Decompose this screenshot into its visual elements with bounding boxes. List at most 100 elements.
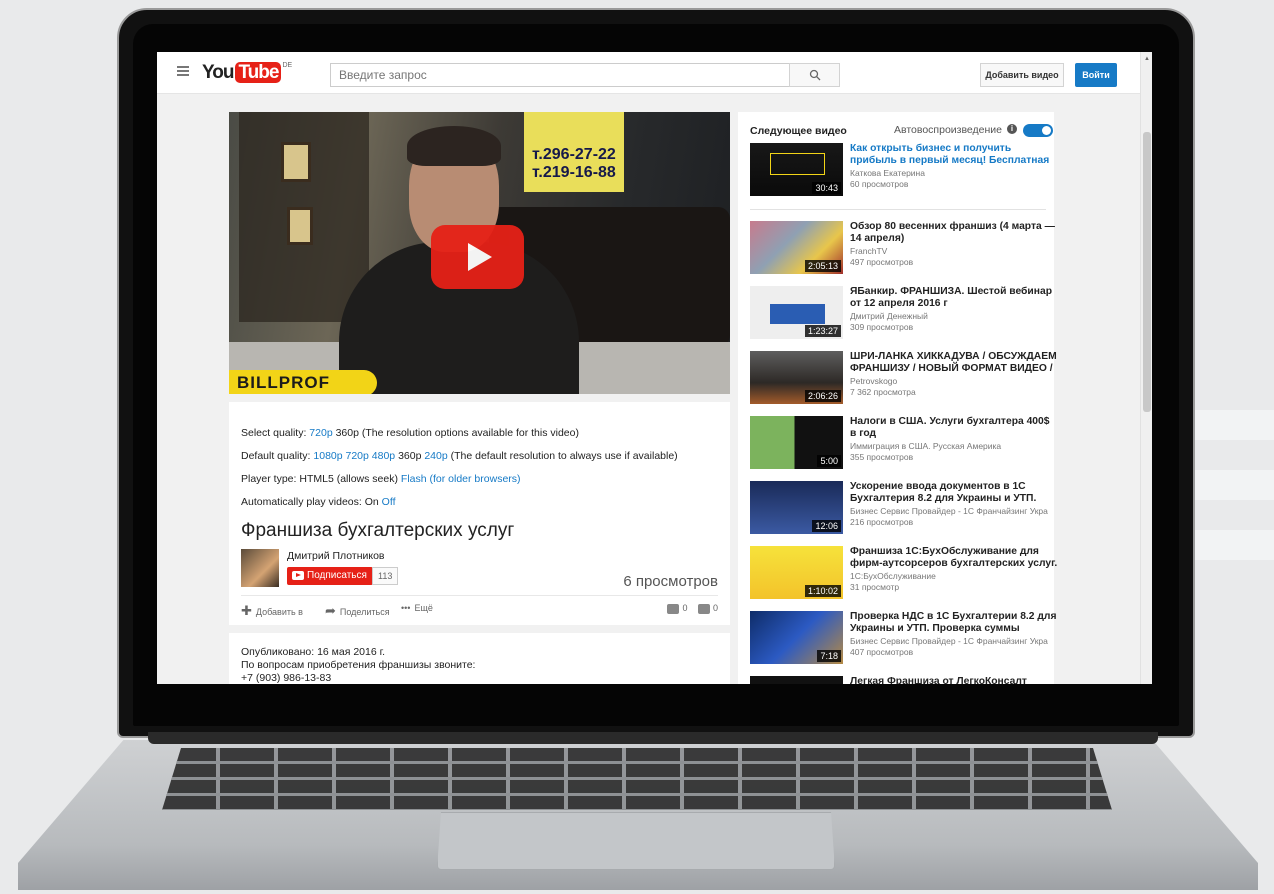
- play-button-icon[interactable]: [431, 225, 524, 289]
- subscriber-count: 113: [372, 567, 399, 585]
- page-scrollbar[interactable]: ▲: [1140, 52, 1152, 684]
- related-video-item[interactable]: 12:06 Ускорение ввода документов в 1С Бу…: [750, 481, 1050, 539]
- video-thumbnail[interactable]: [750, 676, 843, 684]
- logo-tube: Tube: [235, 62, 282, 83]
- video-thumbnail[interactable]: 2:05:13: [750, 221, 843, 274]
- published-date: Опубликовано: 16 мая 2016 г.: [241, 646, 386, 658]
- related-video-item[interactable]: 2:05:13 Обзор 80 весенних франшиз (4 мар…: [750, 221, 1055, 279]
- like-count: 0: [682, 603, 688, 613]
- related-video-title[interactable]: Ускорение ввода документов в 1С Бухгалте…: [850, 481, 1058, 505]
- logo-country: DE: [282, 62, 293, 69]
- subscribe-button[interactable]: Подписаться: [287, 567, 373, 585]
- search-input[interactable]: [330, 63, 790, 87]
- thumbs-down-icon[interactable]: [697, 603, 710, 614]
- upload-video-button[interactable]: Добавить видео: [980, 63, 1064, 87]
- divider: [750, 209, 1046, 210]
- default-quality-240p-link[interactable]: 240p: [424, 450, 447, 462]
- description-phone: +7 (903) 986-13-83: [241, 672, 332, 684]
- youtube-logo[interactable]: You Tube DE: [202, 62, 292, 84]
- video-thumbnail[interactable]: 1:10:02: [750, 546, 843, 599]
- related-video-views: 407 просмотров: [850, 647, 914, 657]
- subscribe-label: Подписаться: [307, 570, 367, 581]
- video-thumbnail[interactable]: 7:18: [750, 611, 843, 664]
- screen: YouTubeDE Добавить видео Войти ▲ т.296-2…: [157, 52, 1152, 684]
- video-thumbnail[interactable]: 2:06:26: [750, 351, 843, 404]
- dislike-count: 0: [712, 603, 718, 613]
- video-thumbnail[interactable]: 5:00: [750, 416, 843, 469]
- channel-name[interactable]: Дмитрий Плотников: [287, 550, 385, 562]
- video-thumbnail[interactable]: 30:43: [750, 143, 843, 196]
- related-video-title[interactable]: ЯБанкир. ФРАНШИЗА. Шестой вебинар от 12 …: [850, 286, 1058, 310]
- scroll-thumb[interactable]: [1143, 132, 1151, 412]
- plus-icon: ✚: [241, 603, 252, 618]
- autoplay-option-label: Automatically play videos:: [241, 496, 362, 508]
- related-video-title[interactable]: Легкая Франшиза от ЛегкоКонсалт: [850, 676, 1058, 684]
- related-video-title[interactable]: Налоги в США. Услуги бухгалтера 400$ в г…: [850, 416, 1058, 440]
- thumbnail-graphic: [770, 304, 825, 324]
- related-video-title[interactable]: Как открыть бизнес и получить прибыль в …: [850, 143, 1058, 167]
- quality-label: Select quality:: [241, 427, 307, 439]
- add-to-button[interactable]: ✚ Добавить в: [241, 603, 303, 619]
- search-button[interactable]: [789, 63, 840, 87]
- video-frame-certificate: [287, 207, 313, 245]
- autoplay-toggle[interactable]: [1023, 124, 1053, 137]
- related-video-item[interactable]: 30:43 Как открыть бизнес и получить приб…: [750, 143, 1050, 201]
- related-video-views: 497 просмотров: [850, 257, 914, 267]
- masthead: YouTubeDE Добавить видео Войти: [157, 52, 1140, 94]
- related-video-item[interactable]: 7:18 Проверка НДС в 1С Бухгалтерии 8.2 д…: [750, 611, 1056, 669]
- video-title: Франшиза бухгалтерских услуг: [241, 520, 515, 541]
- search-icon: [809, 69, 821, 81]
- thumbs-up-icon[interactable]: [667, 603, 680, 614]
- laptop-hinge: [148, 732, 1158, 744]
- default-quality-links[interactable]: 1080p 720p 480p: [313, 450, 395, 462]
- related-video-channel: FranchTV: [850, 246, 888, 256]
- related-video-item[interactable]: 5:00 Налоги в США. Услуги бухгалтера 400…: [750, 416, 1050, 474]
- quality-720p-link[interactable]: 720p: [309, 427, 332, 439]
- video-thumbnail[interactable]: 12:06: [750, 481, 843, 534]
- divider: [241, 595, 718, 596]
- related-video-item[interactable]: 1:10:02 Франшиза 1С:БухОбслуживание для …: [750, 546, 1057, 604]
- video-duration: 2:05:13: [804, 260, 841, 272]
- player-type-row: Player type: HTML5 (allows seek) Flash (…: [241, 473, 521, 485]
- related-video-item[interactable]: 2:06:26 ШРИ-ЛАНКА ХИККАДУВА / ОБСУЖДАЕМ …: [750, 351, 1057, 409]
- share-button[interactable]: ➦ Поделиться: [325, 603, 390, 619]
- related-video-title[interactable]: Франшиза 1С:БухОбслуживание для фирм-аут…: [850, 546, 1058, 570]
- like-dislike-group: 0 0: [667, 603, 718, 614]
- related-video-item[interactable]: 1:23:27 ЯБанкир. ФРАНШИЗА. Шестой вебина…: [750, 286, 1052, 344]
- related-video-title[interactable]: Проверка НДС в 1С Бухгалтерии 8.2 для Ук…: [850, 611, 1058, 635]
- description-line: По вопросам приобретения франшизы звонит…: [241, 659, 476, 671]
- related-video-views: 31 просмотр: [850, 582, 900, 592]
- description-card: Опубликовано: 16 мая 2016 г. По вопросам…: [229, 633, 730, 684]
- autoplay-option-row: Automatically play videos: On Off: [241, 496, 395, 508]
- default-quality-selected: 360p: [398, 450, 422, 462]
- related-video-title[interactable]: Обзор 80 весенних франшиз (4 марта — 14 …: [850, 221, 1058, 245]
- more-button[interactable]: ••• Ещё: [401, 603, 433, 613]
- flash-player-link[interactable]: Flash (for older browsers): [401, 473, 521, 485]
- sign-phone-2: т.219-16-88: [532, 164, 616, 181]
- related-video-item[interactable]: Легкая Франшиза от ЛегкоКонсалт: [750, 676, 1050, 684]
- autoplay-off-link[interactable]: Off: [382, 496, 396, 508]
- sign-in-button[interactable]: Войти: [1075, 63, 1117, 87]
- brand-banner: BILLPROF: [229, 370, 377, 394]
- up-next-heading: Следующее видео: [750, 125, 847, 137]
- channel-avatar[interactable]: [241, 549, 279, 587]
- autoplay-label: Автовоспроизведение: [894, 124, 1003, 136]
- related-video-channel: Каткова Екатерина: [850, 168, 925, 178]
- default-quality-rest: (The default resolution to always use if…: [450, 450, 678, 462]
- video-duration: 30:43: [812, 182, 841, 194]
- related-video-channel: 1С:БухОбслуживание: [850, 571, 936, 581]
- video-duration: 5:00: [817, 455, 841, 467]
- view-count: 6 просмотров: [623, 573, 718, 590]
- youtube-mini-icon: [292, 571, 304, 580]
- related-video-title[interactable]: ШРИ-ЛАНКА ХИККАДУВА / ОБСУЖДАЕМ ФРАНШИЗУ…: [850, 351, 1058, 375]
- info-icon[interactable]: i: [1007, 124, 1017, 134]
- video-player[interactable]: т.296-27-22 т.219-16-88 BILLPROF: [229, 112, 730, 394]
- related-video-channel: Дмитрий Денежный: [850, 311, 928, 321]
- video-duration: 7:18: [817, 650, 841, 662]
- trackpad: [437, 812, 835, 870]
- video-frame-sign: т.296-27-22 т.219-16-88: [524, 112, 624, 192]
- hamburger-menu-icon[interactable]: [177, 66, 189, 76]
- video-thumbnail[interactable]: 1:23:27: [750, 286, 843, 339]
- scroll-up-arrow-icon[interactable]: ▲: [1144, 56, 1150, 62]
- related-video-channel: Бизнес Сервис Провайдер - 1С Франчайзинг…: [850, 636, 1048, 646]
